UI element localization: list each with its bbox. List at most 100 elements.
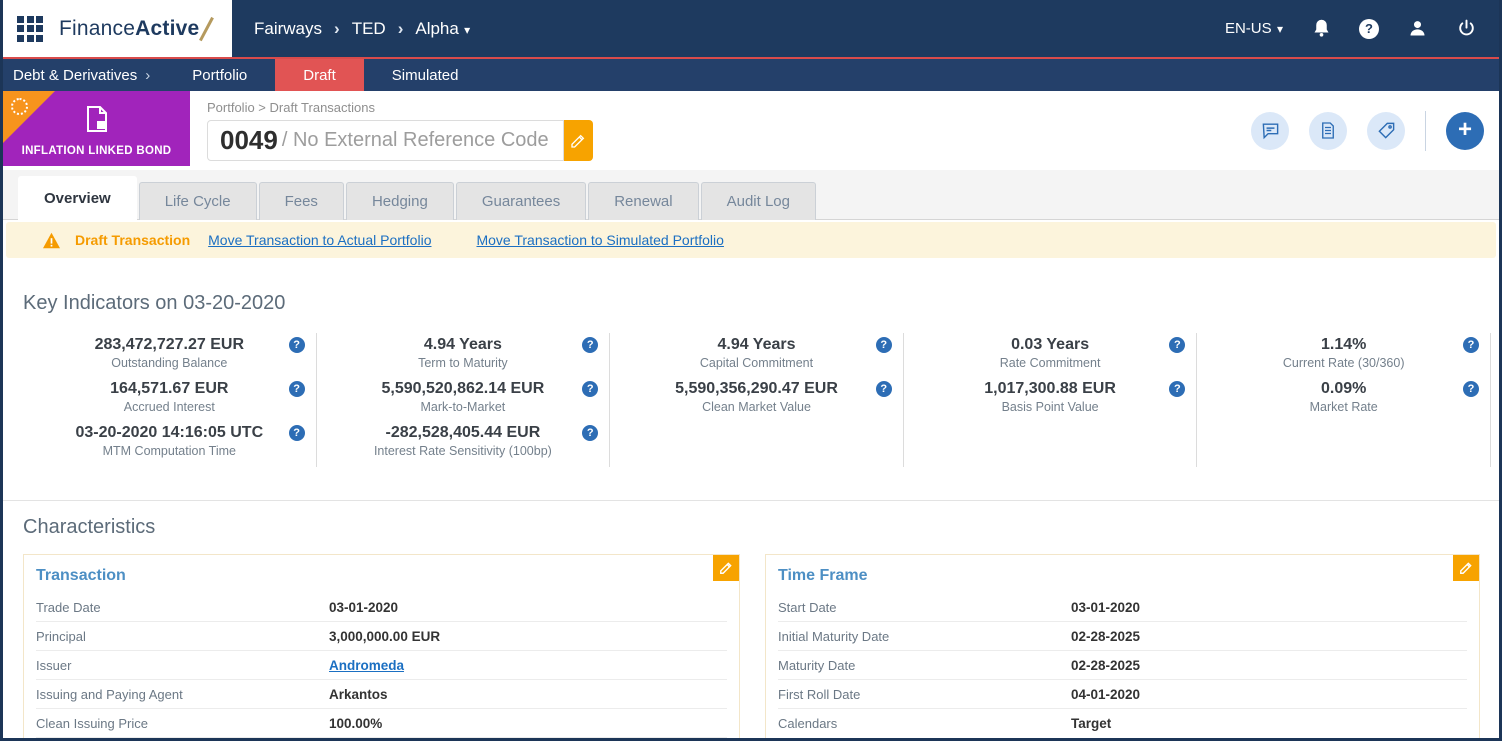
nav-section-debt-derivatives[interactable]: Debt & Derivatives › <box>3 59 164 91</box>
chevron-right-icon: › <box>334 18 340 38</box>
external-reference-placeholder: / No External Reference Code <box>281 129 549 151</box>
row-label: Calendars <box>778 716 838 731</box>
indicator-label: Interest Rate Sensitivity (100bp) <box>373 444 552 458</box>
comments-button[interactable] <box>1251 111 1289 150</box>
app-window: FinanceActive Fairways › TED › Alpha ▾ E… <box>0 0 1502 741</box>
tab-hedging[interactable]: Hedging <box>345 182 454 220</box>
breadcrumb-alpha[interactable]: Alpha ▾ <box>415 19 470 39</box>
table-row: Trade Date 03-01-2020 <box>36 593 727 622</box>
indicator-accrued-interest: 164,571.67 EUR Accrued Interest ? <box>23 379 316 416</box>
row-value: 02-28-2025 <box>1071 628 1141 644</box>
power-icon[interactable] <box>1455 18 1477 40</box>
help-icon[interactable]: ? <box>288 425 305 441</box>
help-icon[interactable]: ? <box>288 381 305 397</box>
draft-warning-banner: Draft Transaction Move Transaction to Ac… <box>6 222 1496 258</box>
edit-transaction-button[interactable] <box>713 555 739 581</box>
tab-fees[interactable]: Fees <box>258 182 344 220</box>
edit-reference-button[interactable] <box>563 120 593 161</box>
edit-time-frame-button[interactable] <box>1453 555 1479 581</box>
user-icon[interactable] <box>1406 18 1428 40</box>
tab-guarantees[interactable]: Guarantees <box>455 182 587 220</box>
nav-section-label: Debt & Derivatives <box>13 66 138 84</box>
row-value: 100.00% <box>329 715 383 731</box>
indicator-value: 5,590,356,290.47 EUR <box>675 380 838 397</box>
row-value: 04-01-2020 <box>1071 686 1141 702</box>
row-value: 02-28-2025 <box>1071 657 1141 673</box>
brand-logo-finance: Finance <box>59 16 136 40</box>
tag-icon <box>1377 122 1394 139</box>
row-label: Start Date <box>778 599 837 615</box>
chevron-right-icon: › <box>145 66 151 84</box>
help-icon[interactable]: ? <box>582 425 599 441</box>
tab-renewal[interactable]: Renewal <box>588 182 699 220</box>
language-selector[interactable]: EN-US ▾ <box>1225 20 1283 37</box>
indicator-value: 0.03 Years <box>1011 336 1090 353</box>
help-icon[interactable]: ? <box>288 337 305 353</box>
topbar-actions: EN-US ▾ ? <box>1225 18 1499 40</box>
table-row: Initial Maturity Date 02-28-2025 <box>778 622 1467 651</box>
help-icon[interactable]: ? <box>1463 337 1479 353</box>
breadcrumb-ted[interactable]: TED <box>352 19 386 39</box>
spinner-icon <box>11 98 28 115</box>
transaction-card-title: Transaction <box>36 567 126 584</box>
nav-item-simulated[interactable]: Simulated <box>364 59 487 91</box>
documents-button[interactable] <box>1309 111 1347 150</box>
key-indicators-section: Key Indicators on 03-20-2020 283,472,727… <box>3 258 1499 467</box>
help-icon[interactable]: ? <box>875 381 892 397</box>
table-row: First Roll Date 04-01-2020 <box>778 680 1467 709</box>
page-breadcrumb: Portfolio > Draft Transactions <box>207 100 375 115</box>
right-cards-column: Time Frame Start Date 03-01-2020 Initial… <box>765 554 1480 738</box>
transaction-title-row: 0049 / No External Reference Code <box>207 120 593 161</box>
tab-audit-log[interactable]: Audit Log <box>700 182 816 220</box>
help-icon[interactable]: ? <box>1359 18 1379 39</box>
characteristics-cards: Transaction Trade Date 03-01-2020 Princi… <box>23 554 1480 738</box>
tab-life-cycle[interactable]: Life Cycle <box>138 182 257 220</box>
tab-overview[interactable]: Overview <box>18 176 137 220</box>
breadcrumb: Fairways › TED › Alpha ▾ <box>254 19 470 39</box>
table-row: Issuer Andromeda <box>36 651 727 680</box>
indicator-label: Current Rate (30/360) <box>1282 356 1405 370</box>
comment-icon <box>1262 123 1278 140</box>
nav-item-portfolio[interactable]: Portfolio <box>164 59 275 91</box>
pencil-icon <box>720 562 732 574</box>
breadcrumb-alpha-label: Alpha <box>415 18 459 38</box>
move-to-simulated-link[interactable]: Move Transaction to Simulated Portfolio <box>476 232 723 248</box>
row-label: Initial Maturity Date <box>778 628 890 644</box>
notifications-bell-icon[interactable] <box>1310 18 1332 40</box>
help-icon[interactable]: ? <box>875 337 892 353</box>
app-grid-icon[interactable] <box>17 15 43 42</box>
indicator-label: Clean Market Value <box>702 400 811 414</box>
brand-logo[interactable]: FinanceActive <box>59 16 214 42</box>
time-frame-card: Time Frame Start Date 03-01-2020 Initial… <box>765 554 1480 738</box>
indicator-value: 1.14% <box>1321 336 1367 353</box>
indicator-label: Basis Point Value <box>1001 400 1099 414</box>
indicator-label: Rate Commitment <box>999 356 1101 370</box>
row-value: Arkantos <box>329 686 388 702</box>
indicator-label: Accrued Interest <box>123 400 215 414</box>
help-icon[interactable]: ? <box>1169 381 1186 397</box>
issuer-link[interactable]: Andromeda <box>329 658 404 673</box>
indicator-mark-to-market: 5,590,520,862.14 EUR Mark-to-Market ? <box>317 379 610 416</box>
row-label: First Roll Date <box>778 686 861 702</box>
transaction-code: 0049 <box>220 125 278 155</box>
indicator-current-rate: 1.14% Current Rate (30/360) ? <box>1197 335 1490 372</box>
header-actions: + <box>1251 110 1484 151</box>
help-icon[interactable]: ? <box>1463 381 1479 397</box>
move-to-actual-link[interactable]: Move Transaction to Actual Portfolio <box>208 232 431 248</box>
help-icon[interactable]: ? <box>582 337 599 353</box>
key-indicators-title: Key Indicators on 03-20-2020 <box>23 292 286 314</box>
tags-button[interactable] <box>1367 111 1405 150</box>
table-row: Start Date 03-01-2020 <box>778 593 1467 622</box>
transaction-card: Transaction Trade Date 03-01-2020 Princi… <box>23 554 740 738</box>
help-icon[interactable]: ? <box>582 381 599 397</box>
page-header: INFLATION LINKED BOND Portfolio > Draft … <box>3 91 1499 170</box>
instrument-type-label: INFLATION LINKED BOND <box>21 145 172 157</box>
module-nav: Debt & Derivatives › Portfolio Draft Simu… <box>3 59 1499 91</box>
nav-item-draft[interactable]: Draft <box>275 59 364 91</box>
plus-icon: + <box>1457 115 1472 143</box>
row-value: 03-01-2020 <box>329 599 399 615</box>
indicator-column: 4.94 Years Capital Commitment ? 5,590,35… <box>610 333 904 467</box>
breadcrumb-fairways[interactable]: Fairways <box>254 19 322 39</box>
help-icon[interactable]: ? <box>1169 337 1186 353</box>
add-button[interactable]: + <box>1446 111 1484 150</box>
